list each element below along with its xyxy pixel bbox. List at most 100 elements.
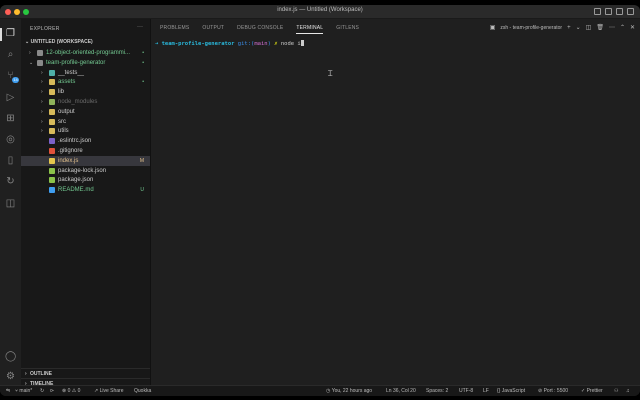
publish-icon[interactable]: ⊳ bbox=[50, 386, 54, 396]
live-server-port[interactable]: ⊘ Port : 5500 bbox=[538, 386, 568, 396]
tree-item-label: node_modules bbox=[58, 99, 98, 105]
error-icon: ⊗ bbox=[62, 388, 67, 394]
testing-icon[interactable]: ▯ bbox=[5, 155, 16, 166]
terminal-prompt-line[interactable]: ➜ team-profile-generator git:(main) ✗ no… bbox=[155, 40, 304, 47]
chevron-right-icon: › bbox=[41, 99, 43, 105]
git-status-badge: • bbox=[142, 79, 144, 86]
language-label: JavaScript bbox=[501, 388, 526, 394]
folder-icon bbox=[49, 118, 55, 125]
folder-icon bbox=[49, 128, 55, 135]
tree-item-label: package-lock.json bbox=[58, 167, 107, 174]
notifications-bell-icon[interactable]: ♫ bbox=[626, 386, 630, 396]
folder-icon bbox=[37, 59, 43, 66]
workspace-root[interactable]: ⌄ UNTITLED (WORKSPACE) bbox=[25, 39, 93, 45]
tab-gitlens[interactable]: GITLENS bbox=[336, 25, 359, 34]
workspace-label: UNTITLED (WORKSPACE) bbox=[30, 39, 93, 45]
tree-item[interactable]: .gitignore bbox=[21, 146, 150, 156]
quokka-button[interactable]: Quokka bbox=[134, 386, 151, 396]
tree-item[interactable]: › output bbox=[21, 107, 150, 117]
tree-item[interactable]: › node_modules bbox=[21, 97, 150, 107]
remote-explorer-icon[interactable]: ◎ bbox=[5, 134, 16, 145]
git-blame[interactable]: ◷ You, 22 hours ago bbox=[326, 386, 372, 396]
cursor-position[interactable]: Ln 36, Col 20 bbox=[386, 386, 416, 396]
panel-tabs: PROBLEMS OUTPUT DEBUG CONSOLE TERMINAL GITLE… bbox=[160, 25, 359, 34]
docker-icon[interactable]: ◫ bbox=[5, 198, 16, 209]
chevron-right-icon: › bbox=[29, 50, 31, 56]
file-icon bbox=[49, 177, 55, 184]
dirty-marker: ✗ bbox=[274, 41, 278, 47]
file-icon bbox=[49, 157, 55, 164]
live-share-button[interactable]: ↗ Live Share bbox=[94, 386, 124, 396]
manage-gear-icon[interactable]: ⚙ bbox=[5, 371, 16, 382]
tree-item[interactable]: index.js M bbox=[21, 155, 150, 166]
tree-item-label: output bbox=[58, 108, 75, 115]
git-label: git:( bbox=[237, 41, 255, 47]
run-debug-icon[interactable]: ▷ bbox=[5, 92, 16, 103]
toggle-panel-icon[interactable] bbox=[605, 8, 612, 15]
status-bar: ⇋ ⑂ main* ↻ ⊳ ⊗ 0 ⚠ 0 ↗ Live Share Quokk… bbox=[0, 385, 640, 396]
trash-icon[interactable]: 🗑 bbox=[596, 24, 604, 31]
chevron-up-icon[interactable]: ⌃ bbox=[620, 24, 625, 31]
port-label: Port : 5500 bbox=[543, 388, 569, 394]
encoding[interactable]: UTF-8 bbox=[459, 386, 473, 396]
tree-item[interactable]: README.md U bbox=[21, 185, 150, 195]
extensions-icon[interactable]: ⊞ bbox=[5, 113, 16, 124]
tree-item[interactable]: › __tests__ bbox=[21, 68, 150, 78]
prompt-directory: team-profile-generator bbox=[161, 41, 235, 47]
tree-item-label: utils bbox=[58, 128, 69, 135]
branch-icon: ⑂ bbox=[15, 388, 19, 394]
explorer-icon[interactable]: ❐ bbox=[5, 28, 16, 39]
git-status-badge: M bbox=[139, 157, 144, 164]
title-bar: index.js — Untitled (Workspace) bbox=[0, 5, 640, 19]
branch-indicator[interactable]: ⑂ main* bbox=[15, 386, 32, 396]
feedback-icon[interactable]: ⚇ bbox=[614, 386, 618, 396]
chevron-down-icon[interactable]: ⌄ bbox=[576, 24, 581, 31]
toggle-secondary-sidebar-icon[interactable] bbox=[616, 8, 623, 15]
language-mode[interactable]: {} JavaScript bbox=[497, 386, 525, 396]
prettier-label: Prettier bbox=[586, 388, 603, 394]
prettier-status[interactable]: ✓ Prettier bbox=[581, 386, 603, 396]
more-icon[interactable]: ⋯ bbox=[609, 24, 615, 31]
tree-item-label: lib bbox=[58, 89, 65, 96]
live-share-icon[interactable]: ↻ bbox=[5, 176, 16, 187]
git-close: ) bbox=[267, 41, 271, 47]
tab-problems[interactable]: PROBLEMS bbox=[160, 25, 189, 34]
terminal-name[interactable]: zsh - team-profile-generator bbox=[500, 25, 562, 31]
tree-item[interactable]: ⌄ team-profile-generator • bbox=[21, 58, 150, 68]
terminal-controls: ▣ zsh - team-profile-generator + ⌄ ◫ 🗑 ⋯… bbox=[489, 24, 635, 32]
split-terminal-icon[interactable]: ◫ bbox=[586, 24, 592, 31]
tree-item[interactable]: › assets • bbox=[21, 77, 150, 87]
folder-icon bbox=[49, 108, 55, 115]
end-of-line[interactable]: LF bbox=[483, 386, 489, 396]
accounts-icon[interactable]: ◯ bbox=[5, 351, 16, 362]
tree-item[interactable]: › lib bbox=[21, 87, 150, 97]
live-share-icon: ↗ bbox=[94, 388, 99, 394]
tree-item-label: 12-object-oriented-programmi... bbox=[46, 50, 131, 56]
more-actions-icon[interactable]: ··· bbox=[137, 24, 143, 30]
tab-output[interactable]: OUTPUT bbox=[202, 25, 224, 34]
tree-item[interactable]: package.json bbox=[21, 175, 150, 185]
customize-layout-icon[interactable] bbox=[627, 8, 634, 15]
terminal-command: node i bbox=[280, 41, 301, 47]
toggle-sidebar-icon[interactable] bbox=[594, 8, 601, 15]
tree-item[interactable]: › utils bbox=[21, 126, 150, 136]
outline-section[interactable]: › OUTLINE bbox=[21, 368, 150, 378]
close-icon[interactable]: ✕ bbox=[630, 24, 635, 31]
sync-icon[interactable]: ↻ bbox=[40, 386, 44, 396]
search-icon[interactable]: ⌕ bbox=[5, 49, 16, 60]
new-terminal-icon[interactable]: + bbox=[567, 25, 571, 31]
tree-item[interactable]: .eslintrc.json bbox=[21, 136, 150, 146]
tab-terminal[interactable]: TERMINAL bbox=[296, 25, 324, 34]
folder-icon bbox=[49, 89, 55, 96]
tree-item[interactable]: package-lock.json bbox=[21, 166, 150, 176]
remote-icon[interactable]: ⇋ bbox=[6, 386, 10, 396]
tree-item[interactable]: › 12-object-oriented-programmi... • bbox=[21, 48, 150, 58]
terminal-icon: ▣ bbox=[489, 25, 496, 31]
indentation[interactable]: Spaces: 2 bbox=[426, 386, 448, 396]
problems-indicator[interactable]: ⊗ 0 ⚠ 0 bbox=[62, 386, 80, 396]
git-status-badge: U bbox=[140, 187, 144, 194]
tab-debug-console[interactable]: DEBUG CONSOLE bbox=[237, 25, 283, 34]
tree-item[interactable]: › src bbox=[21, 117, 150, 127]
chevron-right-icon: › bbox=[41, 69, 43, 76]
tree-item-label: README.md bbox=[58, 187, 94, 194]
